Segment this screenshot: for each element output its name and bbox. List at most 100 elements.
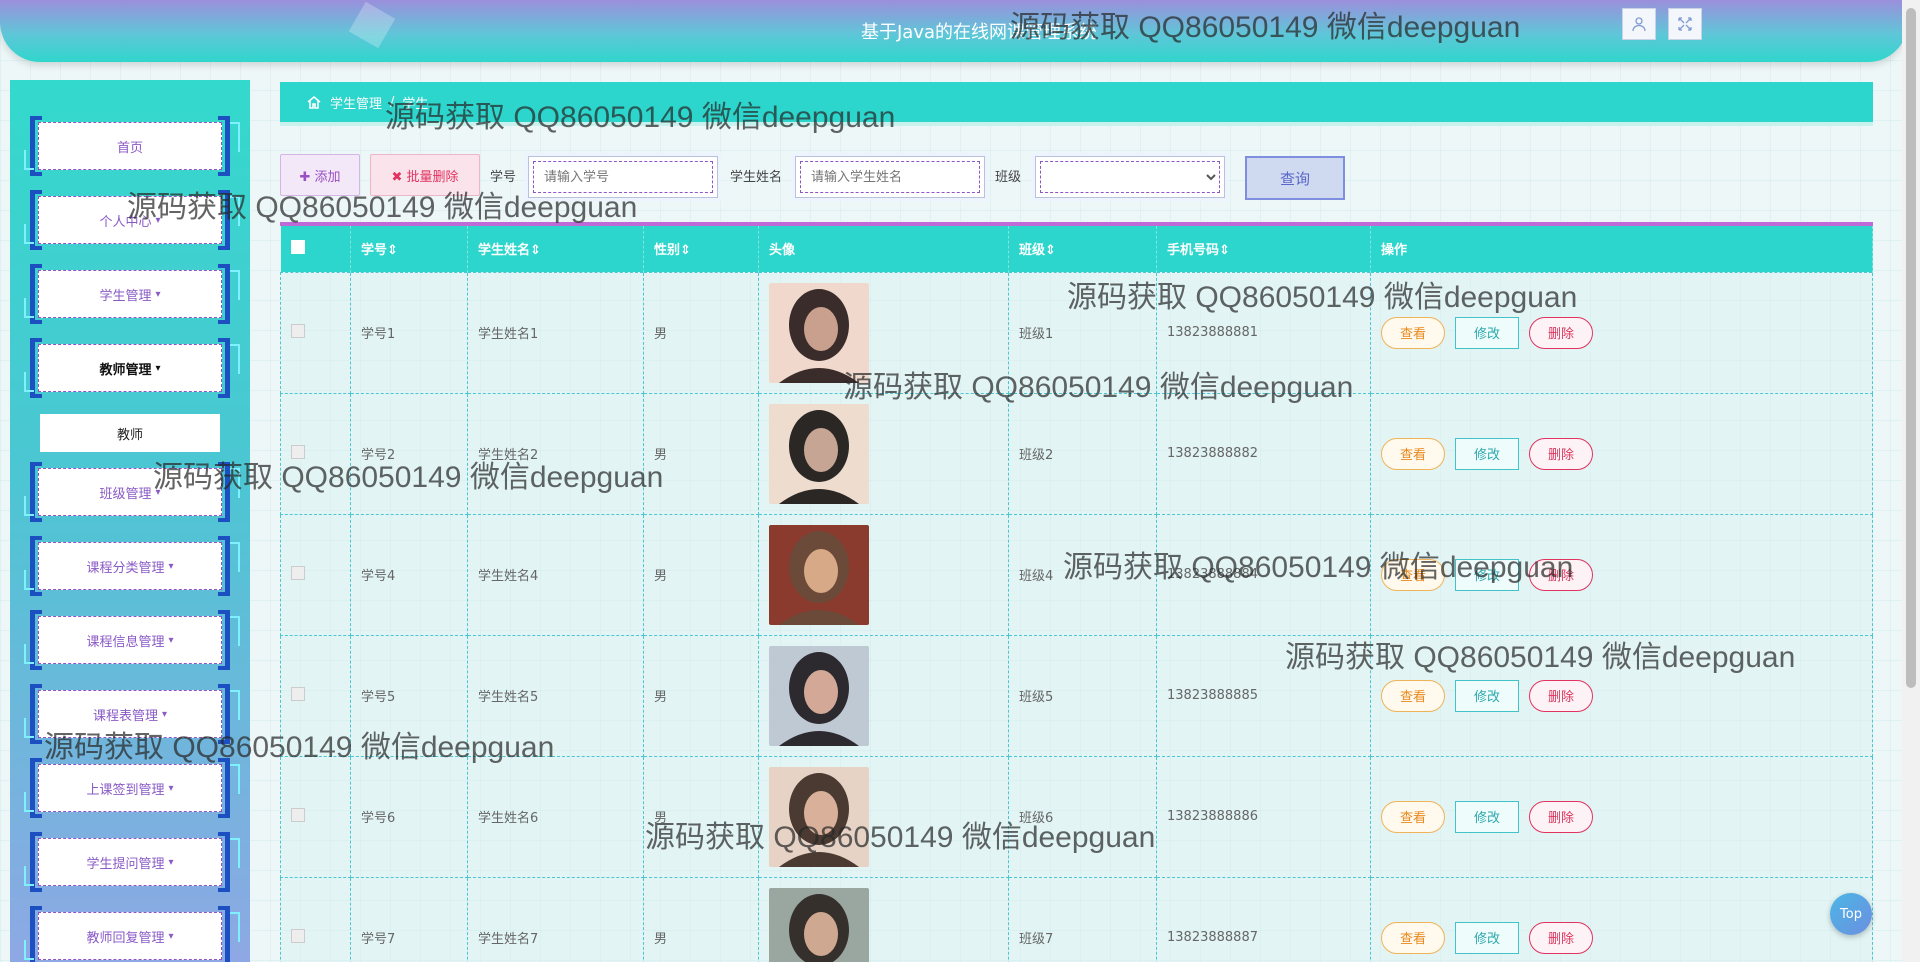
edit-button[interactable]: 修改 [1455,921,1519,954]
avatar [769,766,869,867]
gender-cell: 男 [643,513,759,636]
phone-cell: 13823888882 [1156,392,1371,515]
row-checkbox[interactable] [291,323,305,338]
avatar-cell [758,876,1009,962]
breadcrumb: 学生管理 / 学生 [280,82,1873,126]
sidebar-button[interactable]: 个人中心 ▾ [38,196,222,244]
sidebar-button[interactable]: 学生提问管理 ▾ [38,838,222,886]
table-row[interactable]: 学号7 学生姓名7 男 班级7 13823888887 查看 修改 删除 [280,876,1873,962]
sidebar-item-students[interactable]: 学生管理 ▾ [24,264,240,324]
actions-cell: 查看 修改 删除 [1370,876,1873,962]
sidebar-button[interactable]: 课程信息管理 ▾ [38,616,222,664]
table-row[interactable]: 学号1 学生姓名1 男 班级1 13823888881 查看 修改 删除 [280,271,1873,394]
edit-button[interactable]: 修改 [1455,316,1519,349]
delete-button[interactable]: 删除 [1529,921,1593,954]
delete-button[interactable]: 删除 [1529,558,1593,591]
view-button[interactable]: 查看 [1381,921,1445,954]
table-row[interactable]: 学号4 学生姓名4 男 班级4 13823888884 查看 修改 删除 [280,513,1873,636]
chevron-down-icon: ▾ [168,856,174,868]
table-row[interactable]: 学号2 学生姓名2 男 班级2 13823888882 查看 修改 删除 [280,392,1873,515]
row-checkbox[interactable] [291,807,305,822]
row-checkbox[interactable] [291,444,305,459]
batch-delete-button[interactable]: ✖ 批量删除 [370,154,480,196]
sidebar-button[interactable]: 课程表管理 ▾ [38,690,222,738]
sidebar-item-personal-center[interactable]: 个人中心 ▾ [24,190,240,250]
row-checkbox[interactable] [291,565,305,580]
scrollbar-thumb[interactable] [1906,8,1916,688]
row-select-cell [280,392,351,515]
top-header: 基于Java的在线网课管理系统 [0,0,1908,62]
row-checkbox[interactable] [291,686,305,701]
phone-cell: 13823888885 [1156,634,1371,757]
delete-button[interactable]: 删除 [1529,800,1593,833]
student-name-cell: 学生姓名1 [467,271,644,394]
sidebar-button[interactable]: 首页 [38,122,222,170]
edit-button[interactable]: 修改 [1455,437,1519,470]
sidebar-button[interactable]: 教师回复管理 ▾ [38,912,222,960]
actions-cell: 查看 修改 删除 [1370,271,1873,394]
class-select[interactable] [1040,161,1220,193]
sidebar-item-attendance[interactable]: 上课签到管理 ▾ [24,758,240,818]
gender-cell: 男 [643,392,759,515]
column-header[interactable]: 学号⇕ [350,226,468,272]
table-row[interactable]: 学号6 学生姓名6 男 班级6 13823888886 查看 修改 删除 [280,755,1873,878]
vertical-scrollbar[interactable] [1902,0,1920,962]
sidebar-item-schedule[interactable]: 课程表管理 ▾ [24,684,240,744]
column-header: 操作 [1370,226,1873,272]
sidebar-item-label: 个人中心 [99,214,152,230]
view-button[interactable]: 查看 [1381,558,1445,591]
edit-button[interactable]: 修改 [1455,800,1519,833]
column-header[interactable]: 性别⇕ [643,226,759,272]
search-button[interactable]: 查询 [1245,156,1345,200]
column-header[interactable]: 班级⇕ [1008,226,1157,272]
back-to-top-button[interactable]: Top [1830,893,1872,935]
student-name-input[interactable] [800,161,980,193]
row-checkbox[interactable] [291,928,305,943]
phone-cell: 13823888886 [1156,755,1371,878]
fullscreen-button[interactable] [1668,8,1702,40]
sidebar-item-course-info[interactable]: 课程信息管理 ▾ [24,610,240,670]
sidebar-button[interactable]: 教师管理 ▾ [38,344,222,392]
edit-button[interactable]: 修改 [1455,558,1519,591]
view-button[interactable]: 查看 [1381,800,1445,833]
row-select-cell [280,513,351,636]
student-no-input[interactable] [533,161,713,193]
chevron-down-icon: ▾ [168,634,174,646]
chevron-down-icon: ▾ [155,288,161,300]
delete-button[interactable]: 删除 [1529,437,1593,470]
sidebar-item-home[interactable]: 首页 [24,116,240,176]
sidebar-button[interactable]: 班级管理 ▾ [38,468,222,516]
column-header[interactable]: 手机号码⇕ [1156,226,1371,272]
student-name-cell: 学生姓名7 [467,876,644,962]
row-select-cell [280,876,351,962]
select-all-checkbox[interactable] [290,239,305,254]
view-button[interactable]: 查看 [1381,316,1445,349]
sidebar-subitem-teacher[interactable]: 教师 [40,414,220,452]
sidebar-button[interactable]: 上课签到管理 ▾ [38,764,222,812]
actions-cell: 查看 修改 删除 [1370,755,1873,878]
sidebar-item-teachers[interactable]: 教师管理 ▾ [24,338,240,398]
user-button[interactable] [1622,8,1656,40]
sidebar-button[interactable]: 课程分类管理 ▾ [38,542,222,590]
view-button[interactable]: 查看 [1381,679,1445,712]
view-button[interactable]: 查看 [1381,437,1445,470]
edit-button[interactable]: 修改 [1455,679,1519,712]
table-row[interactable]: 学号5 学生姓名5 男 班级5 13823888885 查看 修改 删除 [280,634,1873,757]
breadcrumb-level1[interactable]: 学生管理 [330,93,382,112]
sidebar-button[interactable]: 学生管理 ▾ [38,270,222,318]
sidebar-item-questions[interactable]: 学生提问管理 ▾ [24,832,240,892]
avatar-cell [758,634,1009,757]
delete-button[interactable]: 删除 [1529,679,1593,712]
class-cell: 班级5 [1008,634,1157,757]
sidebar-item-replies[interactable]: 教师回复管理 ▾ [24,906,240,962]
add-button[interactable]: ✚ 添加 [280,154,360,196]
column-header[interactable]: 学生姓名⇕ [467,226,644,272]
sidebar-item-course-categories[interactable]: 课程分类管理 ▾ [24,536,240,596]
sidebar-item-label: 学生提问管理 [86,856,165,872]
chevron-down-icon: ▾ [155,362,161,374]
user-icon [1632,17,1646,32]
avatar-cell [758,513,1009,636]
sidebar-item-classes[interactable]: 班级管理 ▾ [24,462,240,522]
avatar [769,524,869,625]
delete-button[interactable]: 删除 [1529,316,1593,349]
